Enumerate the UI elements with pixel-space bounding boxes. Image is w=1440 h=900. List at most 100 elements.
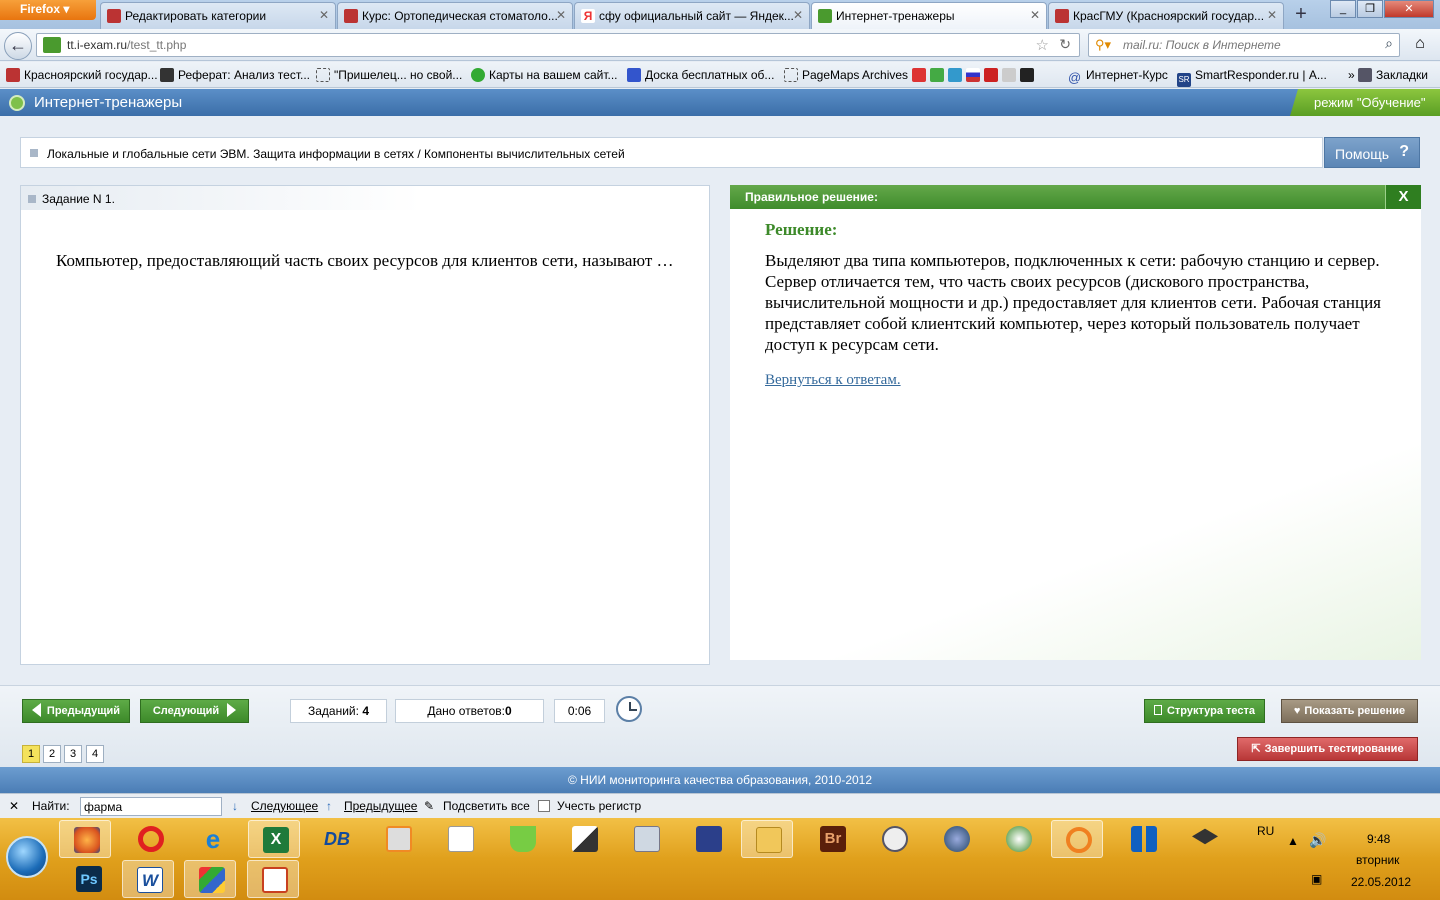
file-icon[interactable]	[434, 820, 486, 858]
help-button[interactable]: Помощь ?	[1324, 137, 1420, 168]
graduation-icon[interactable]	[1178, 820, 1230, 858]
media-icon[interactable]	[372, 820, 424, 858]
bookmark-icons-group[interactable]	[912, 68, 1038, 82]
search-icon[interactable]: ⌕	[1385, 35, 1393, 52]
reload-icon[interactable]: ↻	[1059, 36, 1071, 53]
bookmark-item[interactable]: SR SmartResponder.ru | А...	[1177, 68, 1327, 87]
language-indicator[interactable]: RU	[1257, 824, 1274, 838]
db-icon[interactable]: DB	[310, 820, 362, 858]
bookmark-item[interactable]: Карты на вашем сайт...	[471, 68, 618, 82]
bookmark-item[interactable]: "Пришелец... но свой...	[316, 68, 462, 82]
app-icon[interactable]	[992, 820, 1044, 858]
close-solution-button[interactable]: X	[1385, 185, 1421, 209]
calculator-icon[interactable]	[620, 820, 672, 858]
tab-course[interactable]: Курс: Ортопедическая стоматоло... ✕	[337, 2, 573, 29]
clock-date: 22.05.2012	[1351, 875, 1412, 889]
match-case-checkbox[interactable]	[538, 800, 550, 812]
home-icon[interactable]: ⌂	[1406, 33, 1434, 57]
back-to-answers-link[interactable]: Вернуться к ответам.	[765, 372, 901, 389]
show-solution-button[interactable]: ♥ Показать решение	[1281, 699, 1418, 723]
windows-icon[interactable]	[184, 860, 236, 898]
finish-test-button[interactable]: ⇱ Завершить тестирование	[1237, 737, 1418, 761]
page-link-1[interactable]: 1	[22, 745, 40, 763]
bookmark-item[interactable]: Реферат: Анализ тест...	[160, 68, 310, 82]
start-button[interactable]	[6, 836, 48, 878]
find-input[interactable]: фарма	[80, 797, 222, 816]
grid-icon[interactable]	[1117, 820, 1169, 858]
maximize-button[interactable]: ❐	[1357, 0, 1383, 18]
arrow-left-icon	[31, 703, 41, 717]
next-label: Следующий	[152, 705, 220, 717]
photoshop-icon[interactable]: Ps	[62, 860, 114, 898]
word-icon[interactable]: W	[122, 860, 174, 898]
sk-icon[interactable]	[984, 68, 998, 82]
find-previous-button[interactable]: Предыдущее	[344, 799, 417, 813]
highlight-all-button[interactable]: Подсветить все	[443, 799, 530, 813]
flask-icon[interactable]	[496, 820, 548, 858]
opera-icon[interactable]	[124, 820, 176, 858]
tab-edit-categories[interactable]: Редактировать категории ✕	[100, 2, 336, 29]
save-icon[interactable]	[682, 820, 734, 858]
address-bar[interactable]: tt.i-exam.ru/test_tt.php ☆ ↻	[36, 33, 1080, 57]
firefox-menu-button[interactable]: Firefox ▾	[0, 0, 96, 20]
bookmark-label: Реферат: Анализ тест...	[178, 68, 310, 82]
stats-icon[interactable]	[930, 68, 944, 82]
page-link-4[interactable]: 4	[86, 745, 104, 763]
explorer-icon[interactable]	[741, 820, 793, 858]
control-bar: Предыдущий Следующий Заданий: 4 Дано отв…	[0, 685, 1440, 767]
rss-icon[interactable]	[1051, 820, 1103, 858]
gmail-icon[interactable]	[912, 68, 926, 82]
minimize-button[interactable]: _	[1330, 0, 1356, 18]
next-button[interactable]: Следующий	[140, 699, 249, 723]
tab-krasgmu[interactable]: КрасГМУ (Красноярский государ... ✕	[1048, 2, 1284, 29]
pen-icon[interactable]	[558, 820, 610, 858]
clock-time[interactable]: 9:48	[1367, 832, 1390, 846]
bookmark-item[interactable]: Доска бесплатных об...	[627, 68, 774, 82]
system-tray: RU ▲ 🔊 ▣ 9:48 вторник 22.05.2012	[1255, 818, 1440, 900]
structure-label: Структура теста	[1166, 705, 1256, 717]
page-link-3[interactable]: 3	[64, 745, 82, 763]
test-structure-button[interactable]: Структура теста	[1144, 699, 1265, 723]
close-icon[interactable]: ✕	[1267, 8, 1277, 22]
tab-yandex[interactable]: Ясфу официальный сайт — Яндек... ✕	[574, 2, 810, 29]
close-icon[interactable]: ✕	[319, 8, 329, 22]
firefox-icon[interactable]	[59, 820, 111, 858]
page-link-2[interactable]: 2	[43, 745, 61, 763]
bookmarks-menu[interactable]: » Закладки	[1348, 68, 1428, 82]
powerpoint-icon[interactable]	[247, 860, 299, 898]
bookmark-item[interactable]: @ Интернет-Курс	[1068, 68, 1168, 85]
flag-icon[interactable]	[966, 68, 980, 82]
new-tab-button[interactable]: +	[1288, 2, 1314, 28]
bullet-icon	[28, 195, 36, 203]
bookmark-item[interactable]: Красноярский государ...	[6, 68, 158, 82]
previous-button[interactable]: Предыдущий	[22, 699, 130, 723]
twitter-icon[interactable]	[948, 68, 962, 82]
search-input[interactable]: ⚲▾ mail.ru: Поиск в Интернете ⌕	[1088, 33, 1400, 57]
mouse-icon[interactable]	[868, 820, 920, 858]
number-icon[interactable]	[1002, 68, 1016, 82]
chevron-up-icon[interactable]: ▲	[1287, 834, 1299, 848]
globe-icon[interactable]	[930, 820, 982, 858]
ie-icon[interactable]: e	[186, 820, 238, 858]
close-icon[interactable]: ✕	[556, 8, 566, 22]
close-icon[interactable]: ✕	[1030, 8, 1040, 22]
close-icon[interactable]: ✕	[793, 8, 803, 22]
app-header: Интернет-тренажеры	[0, 89, 1440, 116]
volume-icon[interactable]: 🔊	[1309, 832, 1326, 849]
close-find-icon[interactable]: ✕	[9, 799, 19, 813]
tab-internet-trainers[interactable]: Интернет-тренажеры ✕	[811, 2, 1047, 29]
find-next-button[interactable]: Следующее	[251, 799, 318, 813]
close-window-button[interactable]: ✕	[1384, 0, 1434, 18]
bookmark-label: PageMaps Archives	[802, 68, 909, 82]
bridge-icon[interactable]: Br	[806, 820, 858, 858]
x-icon[interactable]	[1020, 68, 1034, 82]
network-icon[interactable]: ▣	[1311, 872, 1322, 886]
bookmark-item[interactable]: PageMaps Archives	[784, 68, 908, 82]
search-engine-icon[interactable]: ⚲▾	[1095, 37, 1111, 53]
back-button[interactable]: ←	[4, 32, 32, 60]
star-icon[interactable]: ☆	[1036, 36, 1049, 54]
excel-icon[interactable]: X	[248, 820, 300, 858]
help-label: Помощь	[1335, 146, 1390, 162]
solution-header: Правильное решение:	[730, 185, 1421, 209]
tab-label: Редактировать категории	[125, 9, 267, 23]
